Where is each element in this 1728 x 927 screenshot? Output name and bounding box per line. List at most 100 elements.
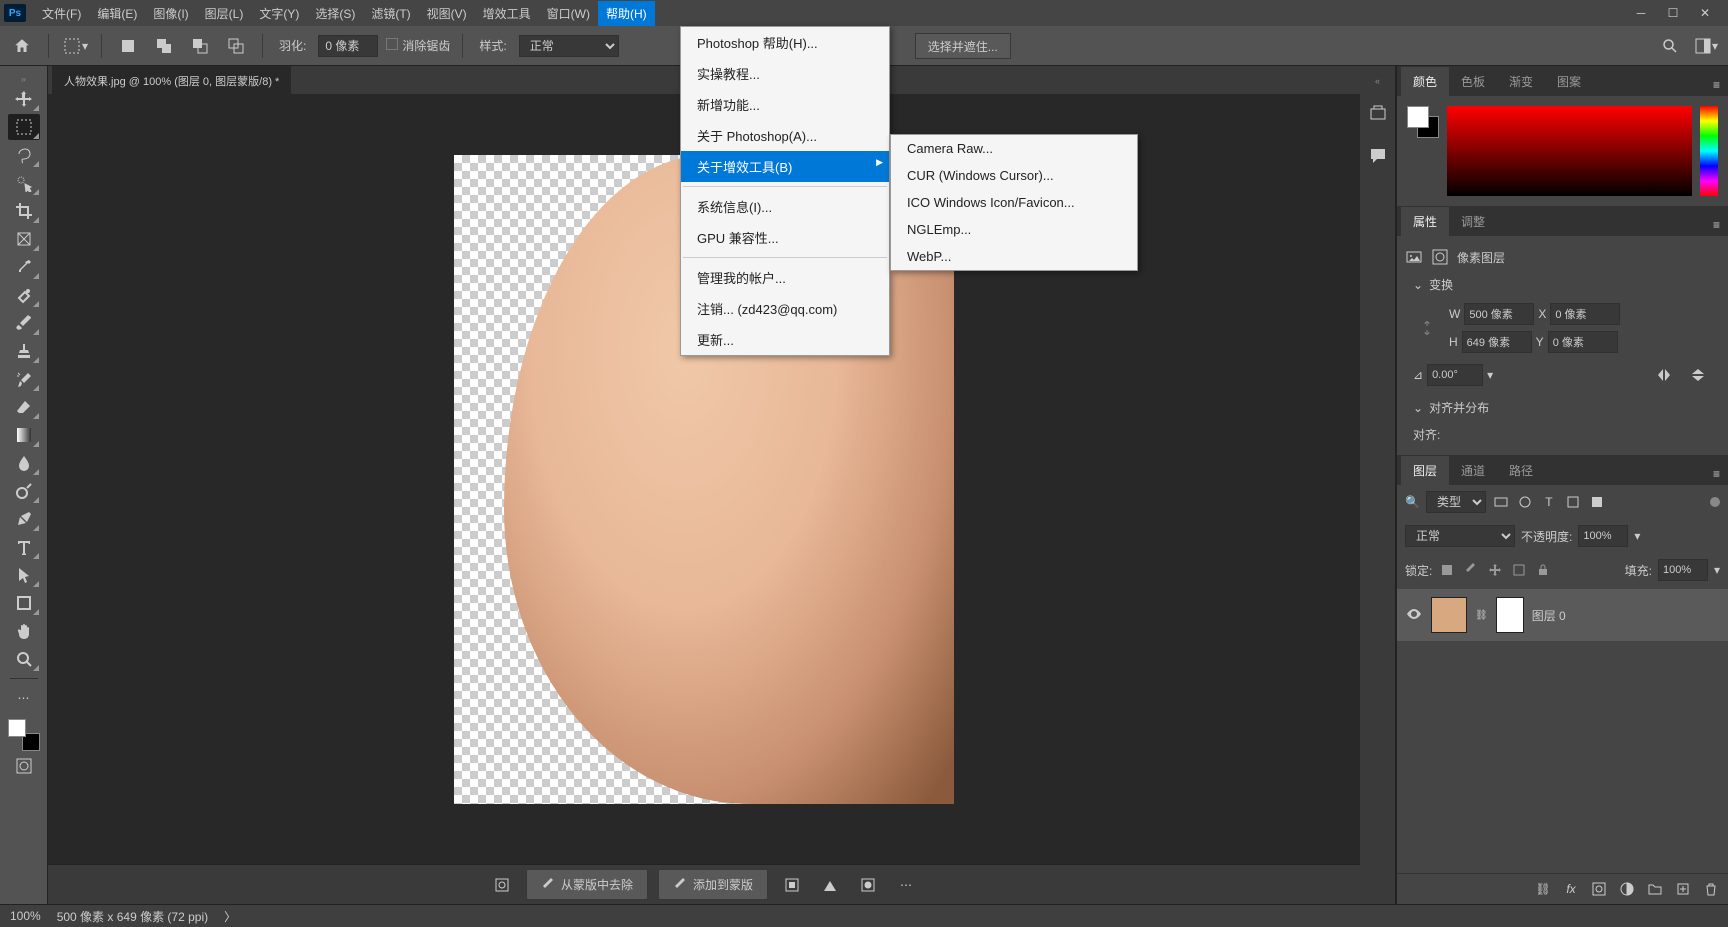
- tab-paths[interactable]: 路径: [1497, 456, 1545, 485]
- foreground-background-swatch[interactable]: [8, 719, 40, 751]
- filter-toggle[interactable]: [1710, 497, 1720, 507]
- link-wh-icon[interactable]: [1413, 314, 1441, 342]
- layer-thumbnail[interactable]: [1431, 597, 1467, 633]
- submenu-camera-raw[interactable]: Camera Raw...: [891, 135, 1137, 162]
- panel-menu-icon[interactable]: ≡: [1705, 214, 1728, 236]
- mask-more-icon[interactable]: ⋯: [892, 871, 920, 899]
- y-input[interactable]: [1548, 331, 1618, 353]
- menu-file[interactable]: 文件(F): [34, 1, 89, 26]
- menu-filter[interactable]: 滤镜(T): [363, 1, 418, 26]
- panel-menu-icon[interactable]: ≡: [1705, 74, 1728, 96]
- eraser-tool[interactable]: [8, 394, 40, 420]
- path-select-tool[interactable]: [8, 562, 40, 588]
- zoom-tool[interactable]: [8, 646, 40, 672]
- filter-search-icon[interactable]: 🔍: [1405, 495, 1420, 509]
- blur-tool[interactable]: [8, 450, 40, 476]
- flip-vertical-icon[interactable]: [1684, 361, 1712, 389]
- help-tutorials[interactable]: 实操教程...: [681, 58, 889, 89]
- history-panel-icon[interactable]: [1364, 100, 1392, 128]
- intersect-selection-icon[interactable]: [222, 32, 250, 60]
- subtract-selection-icon[interactable]: [186, 32, 214, 60]
- layer-fx-icon[interactable]: fx: [1562, 880, 1580, 898]
- style-select[interactable]: 正常: [519, 35, 619, 57]
- tab-gradients[interactable]: 渐变: [1497, 67, 1545, 96]
- feather-input[interactable]: [318, 35, 378, 57]
- color-field[interactable]: [1447, 106, 1692, 196]
- align-section[interactable]: ⌄ 对齐并分布: [1405, 393, 1720, 422]
- flip-horizontal-icon[interactable]: [1650, 361, 1678, 389]
- menu-plugins[interactable]: 增效工具: [475, 1, 539, 26]
- filter-shape-icon[interactable]: [1564, 493, 1582, 511]
- mask-option3-icon[interactable]: [854, 871, 882, 899]
- edit-toolbar-icon[interactable]: ⋯: [8, 685, 40, 711]
- link-mask-icon[interactable]: ⛓: [1475, 610, 1488, 621]
- help-whatsnew[interactable]: 新增功能...: [681, 89, 889, 120]
- angle-input[interactable]: [1427, 364, 1483, 386]
- lock-position-icon[interactable]: [1486, 561, 1504, 579]
- select-and-mask-button[interactable]: 选择并遮住...: [915, 33, 1011, 59]
- color-fgbg-swatch[interactable]: [1407, 106, 1439, 138]
- submenu-ico[interactable]: ICO Windows Icon/Favicon...: [891, 189, 1137, 216]
- brush-tool[interactable]: [8, 310, 40, 336]
- workspace-icon[interactable]: ▾: [1692, 32, 1720, 60]
- tab-color[interactable]: 颜色: [1401, 67, 1449, 96]
- fill-input[interactable]: [1658, 559, 1708, 581]
- gradient-tool[interactable]: [8, 422, 40, 448]
- link-layers-icon[interactable]: ⛓: [1534, 880, 1552, 898]
- crop-tool[interactable]: [8, 198, 40, 224]
- comments-panel-icon[interactable]: [1364, 142, 1392, 170]
- healing-tool[interactable]: [8, 282, 40, 308]
- status-zoom[interactable]: 100%: [10, 909, 41, 923]
- layer-name[interactable]: 图层 0: [1532, 607, 1566, 624]
- remove-from-mask-button[interactable]: 从蒙版中去除: [526, 869, 648, 900]
- submenu-cur[interactable]: CUR (Windows Cursor)...: [891, 162, 1137, 189]
- menu-view[interactable]: 视图(V): [419, 1, 475, 26]
- mask-properties-icon[interactable]: [488, 871, 516, 899]
- menu-type[interactable]: 文字(Y): [251, 1, 307, 26]
- blend-mode-select[interactable]: 正常: [1405, 525, 1515, 547]
- mask-option1-icon[interactable]: [778, 871, 806, 899]
- menu-image[interactable]: 图像(I): [145, 1, 196, 26]
- filter-type-icon[interactable]: T: [1540, 493, 1558, 511]
- mask-thumbnail[interactable]: [1496, 597, 1524, 633]
- help-updates[interactable]: 更新...: [681, 324, 889, 355]
- stamp-tool[interactable]: [8, 338, 40, 364]
- add-selection-icon[interactable]: [150, 32, 178, 60]
- foreground-color[interactable]: [8, 719, 26, 737]
- filter-pixel-icon[interactable]: [1492, 493, 1510, 511]
- quick-select-tool[interactable]: [8, 170, 40, 196]
- lock-pixels-icon[interactable]: [1438, 561, 1456, 579]
- quickmask-icon[interactable]: [8, 753, 40, 779]
- home-icon[interactable]: [8, 32, 36, 60]
- status-chevron-icon[interactable]: 〉: [224, 908, 236, 925]
- dodge-tool[interactable]: [8, 478, 40, 504]
- status-dimensions[interactable]: 500 像素 x 649 像素 (72 ppi): [57, 908, 208, 925]
- lock-all-icon[interactable]: [1534, 561, 1552, 579]
- help-signout[interactable]: 注销... (zd423@qq.com): [681, 293, 889, 324]
- search-icon[interactable]: [1656, 32, 1684, 60]
- minimize-icon[interactable]: ─: [1634, 6, 1648, 20]
- filter-adjust-icon[interactable]: [1516, 493, 1534, 511]
- tab-channels[interactable]: 通道: [1449, 456, 1497, 485]
- filter-smart-icon[interactable]: [1588, 493, 1606, 511]
- close-icon[interactable]: ✕: [1698, 6, 1712, 20]
- delete-layer-icon[interactable]: [1702, 880, 1720, 898]
- help-system-info[interactable]: 系统信息(I)...: [681, 191, 889, 222]
- menu-window[interactable]: 窗口(W): [539, 1, 598, 26]
- menu-layer[interactable]: 图层(L): [197, 1, 252, 26]
- tab-patterns[interactable]: 图案: [1545, 67, 1593, 96]
- mask-option2-icon[interactable]: [816, 871, 844, 899]
- text-tool[interactable]: [8, 534, 40, 560]
- new-adjustment-icon[interactable]: [1618, 880, 1636, 898]
- help-about-plugins[interactable]: 关于增效工具(B): [681, 151, 889, 182]
- help-manage-account[interactable]: 管理我的帐户...: [681, 262, 889, 293]
- menu-edit[interactable]: 编辑(E): [89, 1, 145, 26]
- marquee-tool[interactable]: [8, 114, 40, 140]
- menu-help[interactable]: 帮助(H): [598, 1, 655, 26]
- lasso-tool[interactable]: [8, 142, 40, 168]
- opacity-input[interactable]: [1578, 525, 1628, 547]
- move-tool[interactable]: [8, 86, 40, 112]
- new-layer-icon[interactable]: [1674, 880, 1692, 898]
- document-tab[interactable]: 人物效果.jpg @ 100% (图层 0, 图层蒙版/8) *: [52, 66, 291, 95]
- menu-select[interactable]: 选择(S): [307, 1, 363, 26]
